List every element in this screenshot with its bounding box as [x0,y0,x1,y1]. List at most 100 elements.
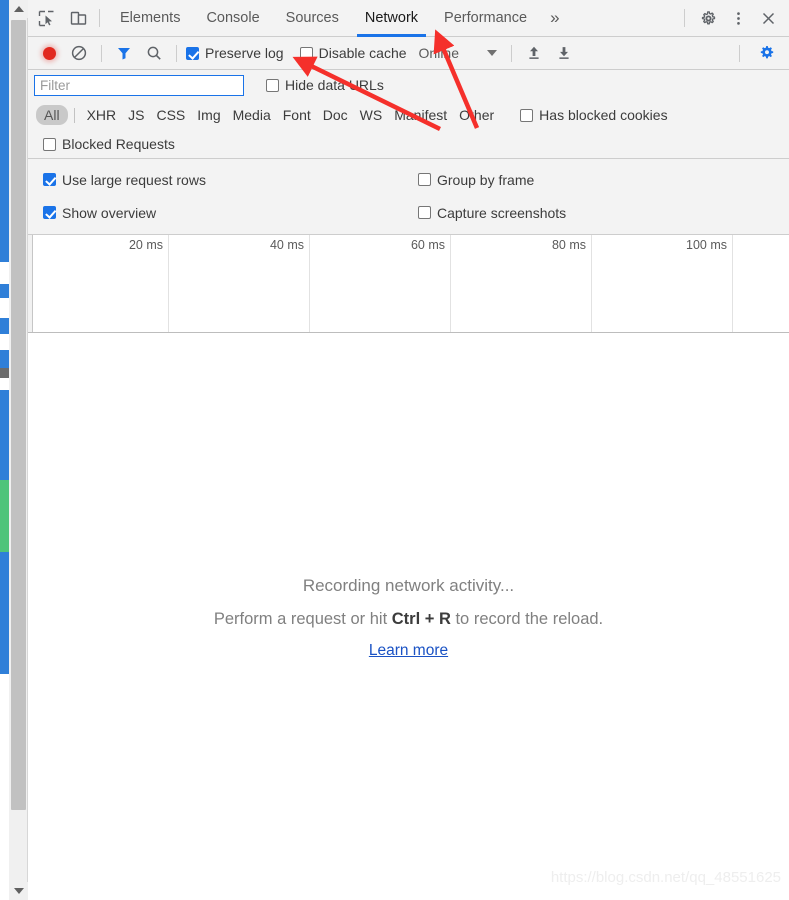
page-sliver-segment-6 [0,350,9,368]
filter-icon[interactable] [109,38,139,68]
filter-input[interactable] [34,74,244,96]
type-filter-media[interactable]: Media [227,105,277,125]
scroll-down-arrow[interactable] [9,882,28,900]
underlying-page-sliver [0,0,9,900]
page-sliver-segment-4 [0,318,9,334]
settings-row-1: Use large request rows Group by frame [28,167,789,192]
scrollbar-thumb[interactable] [11,20,26,810]
tab-elements[interactable]: Elements [107,0,193,37]
type-filter-js[interactable]: JS [122,105,150,125]
overview-tick-label-4: 100 ms [686,238,727,252]
network-overview-timeline[interactable]: 20 ms 40 ms 60 ms 80 ms 100 ms [28,235,789,333]
tab-performance[interactable]: Performance [431,0,540,37]
has-blocked-cookies-label: Has blocked cookies [539,107,668,123]
hide-data-urls-label: Hide data URLs [285,77,384,93]
overview-gridline-4 [732,235,733,332]
has-blocked-cookies-check-box-icon[interactable] [520,108,534,122]
recording-hint-text: Perform a request or hit Ctrl + R to rec… [214,610,603,629]
device-toolbar-icon[interactable] [64,4,92,32]
page-sliver-segment-2 [0,284,9,298]
show-overview-check-box-icon[interactable] [43,206,56,219]
page-sliver-segment-12 [0,674,9,900]
tab-console[interactable]: Console [193,0,272,37]
disable-cache-label: Disable cache [318,45,407,61]
preserve-log-checkbox[interactable]: Preserve log [186,45,284,61]
overview-tick-label-2: 60 ms [410,238,445,252]
blocked-requests-checkbox[interactable]: Blocked Requests [43,136,175,152]
page-sliver-segment-8 [0,378,9,390]
preserve-log-check-box-icon[interactable] [186,46,199,60]
tabbar-right-group [682,0,789,37]
window-scrollbar[interactable] [9,0,28,900]
page-sliver-segment-0 [0,0,9,262]
blocked-requests-check-box-icon[interactable] [43,137,56,151]
hint-prefix: Perform a request or hit [213,610,392,628]
devtools-tabbar: Elements Console Sources Network Perform… [28,0,789,37]
devtools-screenshot: Elements Console Sources Network Perform… [0,0,789,900]
tab-sources[interactable]: Sources [273,0,352,37]
overview-left-handle[interactable] [28,235,33,332]
disable-cache-check-box-icon[interactable] [299,46,313,60]
watermark-text: https://blog.csdn.net/qq_48551625 [550,869,781,886]
capture-screenshots-label: Capture screenshots [437,204,567,221]
capture-screenshots-checkbox[interactable]: Capture screenshots [418,205,566,221]
record-button[interactable] [34,38,64,68]
type-filter-doc[interactable]: Doc [317,105,354,125]
page-sliver-segment-5 [0,334,9,350]
tab-console-label: Console [206,10,260,26]
page-sliver-segment-7 [0,368,9,378]
page-sliver-segment-11 [0,552,9,674]
group-by-frame-check-box-icon[interactable] [418,173,431,186]
overview-gridline-3 [591,235,592,332]
group-by-frame-checkbox[interactable]: Group by frame [418,172,534,188]
export-har-button[interactable] [549,38,579,68]
type-filter-manifest[interactable]: Manifest [388,105,453,125]
use-large-request-rows-check-box-icon[interactable] [43,173,56,186]
import-har-button[interactable] [519,38,549,68]
learn-more-link[interactable]: Learn more [369,642,448,660]
kebab-menu-icon[interactable] [723,3,753,33]
more-tabs-button[interactable]: » [540,0,569,37]
network-toolbar: Preserve log Disable cache Online [28,37,789,70]
throttling-dropdown[interactable]: Online [419,45,497,61]
close-icon[interactable] [753,3,783,33]
tab-sources-label: Sources [285,10,339,26]
hide-data-urls-check-box-icon[interactable] [266,78,279,92]
toolbar-divider-4 [739,44,740,62]
recording-status-text: Recording network activity... [302,576,515,595]
type-filter-divider [73,107,75,123]
type-filter-xhr[interactable]: XHR [81,105,123,125]
page-sliver-segment-1 [0,262,9,284]
type-filter-css[interactable]: CSS [150,105,191,125]
blocked-requests-row: Blocked Requests [28,130,789,159]
use-large-request-rows-checkbox[interactable]: Use large request rows [43,172,206,188]
type-filter-ws[interactable]: WS [354,105,389,125]
throttling-value: Online [418,45,459,61]
tab-elements-label: Elements [120,10,181,26]
has-blocked-cookies-checkbox[interactable]: Has blocked cookies [520,107,668,123]
record-dot-icon [42,46,56,60]
show-overview-checkbox[interactable]: Show overview [43,205,156,221]
disable-cache-checkbox[interactable]: Disable cache [299,45,407,61]
type-filter-other[interactable]: Other [453,105,500,125]
gear-icon[interactable] [693,3,723,33]
type-filter-img[interactable]: Img [191,105,226,125]
type-filter-all[interactable]: All [36,105,68,125]
preserve-log-label: Preserve log [205,45,284,61]
capture-screenshots-check-box-icon[interactable] [418,206,431,219]
scroll-up-arrow[interactable] [9,0,28,18]
page-sliver-segment-3 [0,298,9,318]
blocked-requests-label: Blocked Requests [62,136,175,152]
settings-row-2: Show overview Capture screenshots [28,200,789,225]
overview-tick-label-1: 40 ms [269,238,304,252]
network-settings-gear-icon[interactable] [752,38,782,68]
overview-tick-label-3: 80 ms [551,238,586,252]
inspect-element-icon[interactable] [32,4,60,32]
hide-data-urls-checkbox[interactable]: Hide data URLs [266,77,384,93]
search-icon[interactable] [139,38,169,68]
filter-row: Hide data URLs [28,70,789,100]
tab-network[interactable]: Network [352,0,431,37]
use-large-request-rows-label: Use large request rows [62,171,206,188]
type-filter-font[interactable]: Font [277,105,317,125]
clear-button[interactable] [64,38,94,68]
